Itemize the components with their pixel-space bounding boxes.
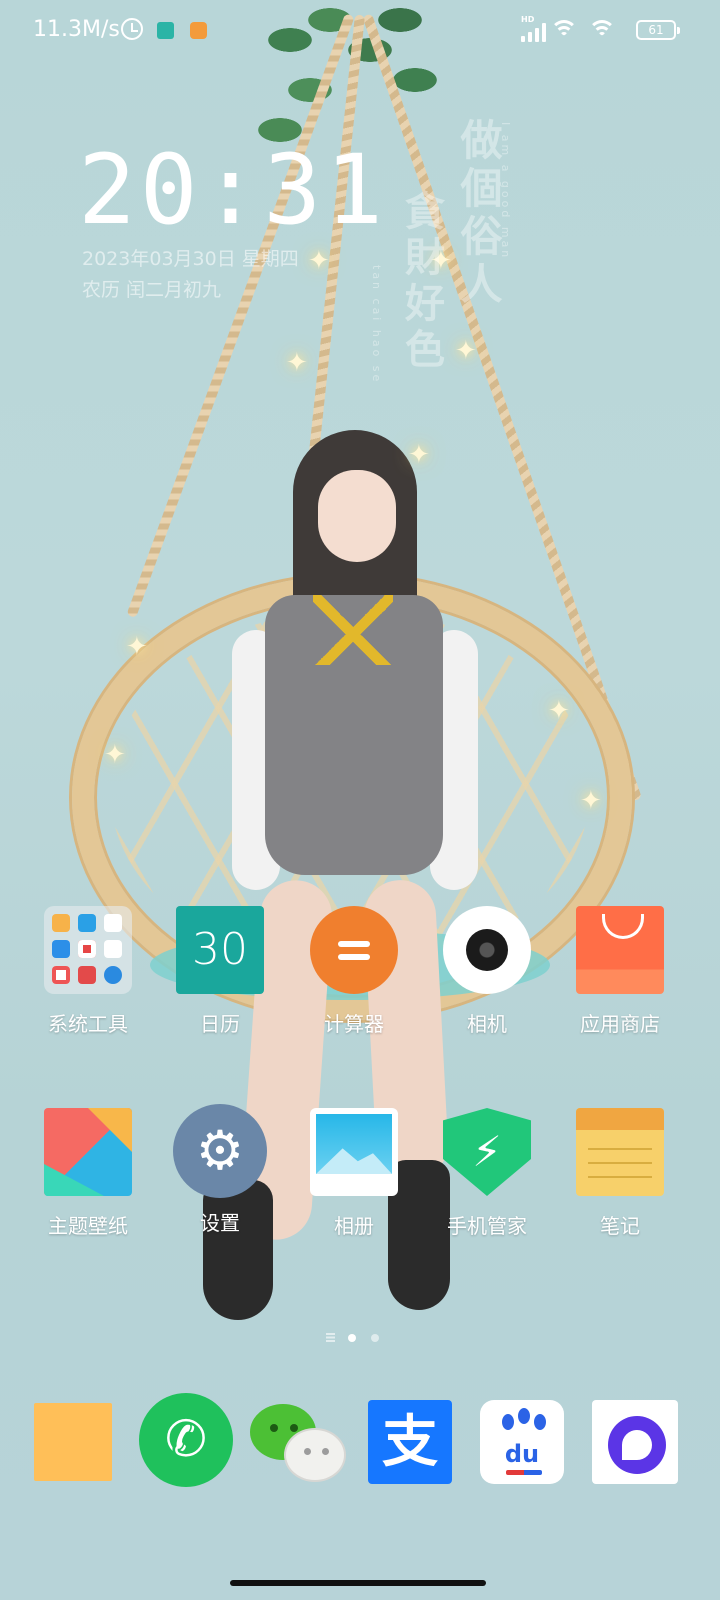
swing-rope-center bbox=[296, 14, 365, 573]
app-camera[interactable]: 相机 bbox=[427, 906, 547, 1037]
alarm-icon bbox=[121, 18, 143, 40]
wallpaper-text-main: 做個俗人 bbox=[454, 118, 503, 310]
figure-sleeve bbox=[232, 630, 280, 890]
swing-rope-left bbox=[126, 13, 355, 619]
clock-date: 2023年03月30日 星期四 bbox=[82, 248, 299, 270]
notes-icon bbox=[576, 1108, 664, 1196]
status-bar: 11.3M/s HD 61 bbox=[0, 0, 720, 62]
app-app-store[interactable]: 应用商店 bbox=[560, 906, 680, 1037]
wifi-icon bbox=[549, 18, 579, 40]
app-label: 计算器 bbox=[324, 1012, 384, 1036]
page-dot[interactable] bbox=[371, 1334, 379, 1342]
battery-level: 61 bbox=[648, 23, 664, 37]
wallpaper-text-english: tan cai hao se bbox=[370, 265, 383, 385]
star-decoration: ✦ bbox=[308, 246, 330, 276]
star-decoration: ✦ bbox=[408, 440, 430, 470]
app-settings[interactable]: 设置 bbox=[160, 1104, 280, 1236]
app-store-icon bbox=[576, 906, 664, 994]
app-gallery[interactable]: 相册 bbox=[294, 1108, 414, 1239]
wallpaper-text-english: I am a good man bbox=[499, 122, 512, 261]
home-gesture-bar[interactable] bbox=[230, 1580, 486, 1586]
app-label: 手机管家 bbox=[447, 1214, 527, 1238]
app-calculator[interactable]: 计算器 bbox=[294, 906, 414, 1037]
camera-icon bbox=[443, 906, 531, 994]
calculator-icon bbox=[310, 906, 398, 994]
app-notes[interactable]: 笔记 bbox=[560, 1108, 680, 1239]
app-system-tools[interactable]: 系统工具 bbox=[28, 906, 148, 1037]
star-decoration: ✦ bbox=[548, 696, 570, 726]
figure-hair bbox=[293, 430, 417, 640]
figure-sleeve bbox=[430, 630, 478, 890]
star-decoration: ✦ bbox=[580, 786, 602, 816]
cellular-signal-icon bbox=[521, 20, 551, 42]
baidu-icon[interactable]: du bbox=[480, 1400, 564, 1484]
clock-time[interactable]: 20:31 bbox=[78, 140, 387, 240]
app-calendar[interactable]: 30 日历 bbox=[160, 906, 280, 1037]
star-decoration: ✦ bbox=[430, 246, 452, 276]
swing-rope-right bbox=[362, 13, 642, 802]
star-decoration: ✦ bbox=[286, 348, 308, 378]
app-label: 系统工具 bbox=[48, 1012, 128, 1036]
app-security[interactable]: 手机管家 bbox=[427, 1108, 547, 1239]
app-label: 主题壁纸 bbox=[48, 1214, 128, 1238]
app-label: 相册 bbox=[334, 1214, 374, 1238]
app-label: 相机 bbox=[467, 1012, 507, 1036]
folder-icon bbox=[44, 906, 132, 994]
lunar-date: 农历 闰二月初九 bbox=[82, 279, 222, 301]
phone-icon[interactable] bbox=[139, 1393, 233, 1487]
star-decoration: ✦ bbox=[126, 632, 148, 662]
wallpaper-text-second: 貪財好色 bbox=[398, 190, 444, 374]
app-label: 日历 bbox=[200, 1012, 240, 1036]
wifi-hotspot-icon bbox=[587, 18, 617, 40]
settings-icon bbox=[173, 1104, 267, 1198]
notification-app-icon bbox=[157, 22, 174, 39]
messages-icon[interactable] bbox=[34, 1403, 112, 1481]
security-icon bbox=[443, 1108, 531, 1196]
gallery-icon bbox=[310, 1108, 398, 1196]
app-label: 设置 bbox=[200, 1211, 240, 1235]
page-dot-menu[interactable] bbox=[326, 1333, 335, 1342]
baidu-logo-text: du bbox=[504, 1440, 540, 1468]
star-decoration: ✦ bbox=[104, 740, 126, 770]
figure-face bbox=[318, 470, 396, 562]
page-dot-active[interactable] bbox=[348, 1334, 356, 1342]
alipay-icon[interactable] bbox=[368, 1400, 452, 1486]
star-decoration: ✦ bbox=[455, 336, 477, 366]
quark-browser-icon[interactable] bbox=[592, 1400, 678, 1484]
app-label: 应用商店 bbox=[580, 1012, 660, 1036]
network-speed: 11.3M/s bbox=[33, 17, 120, 42]
themes-icon bbox=[44, 1108, 132, 1196]
figure-vest bbox=[265, 595, 443, 875]
calendar-icon: 30 bbox=[176, 906, 264, 994]
app-label: 笔记 bbox=[600, 1214, 640, 1238]
notification-app-icon bbox=[190, 22, 207, 39]
wechat-icon[interactable] bbox=[250, 1400, 346, 1486]
app-themes[interactable]: 主题壁纸 bbox=[28, 1108, 148, 1239]
battery-icon: 61 bbox=[636, 20, 680, 40]
